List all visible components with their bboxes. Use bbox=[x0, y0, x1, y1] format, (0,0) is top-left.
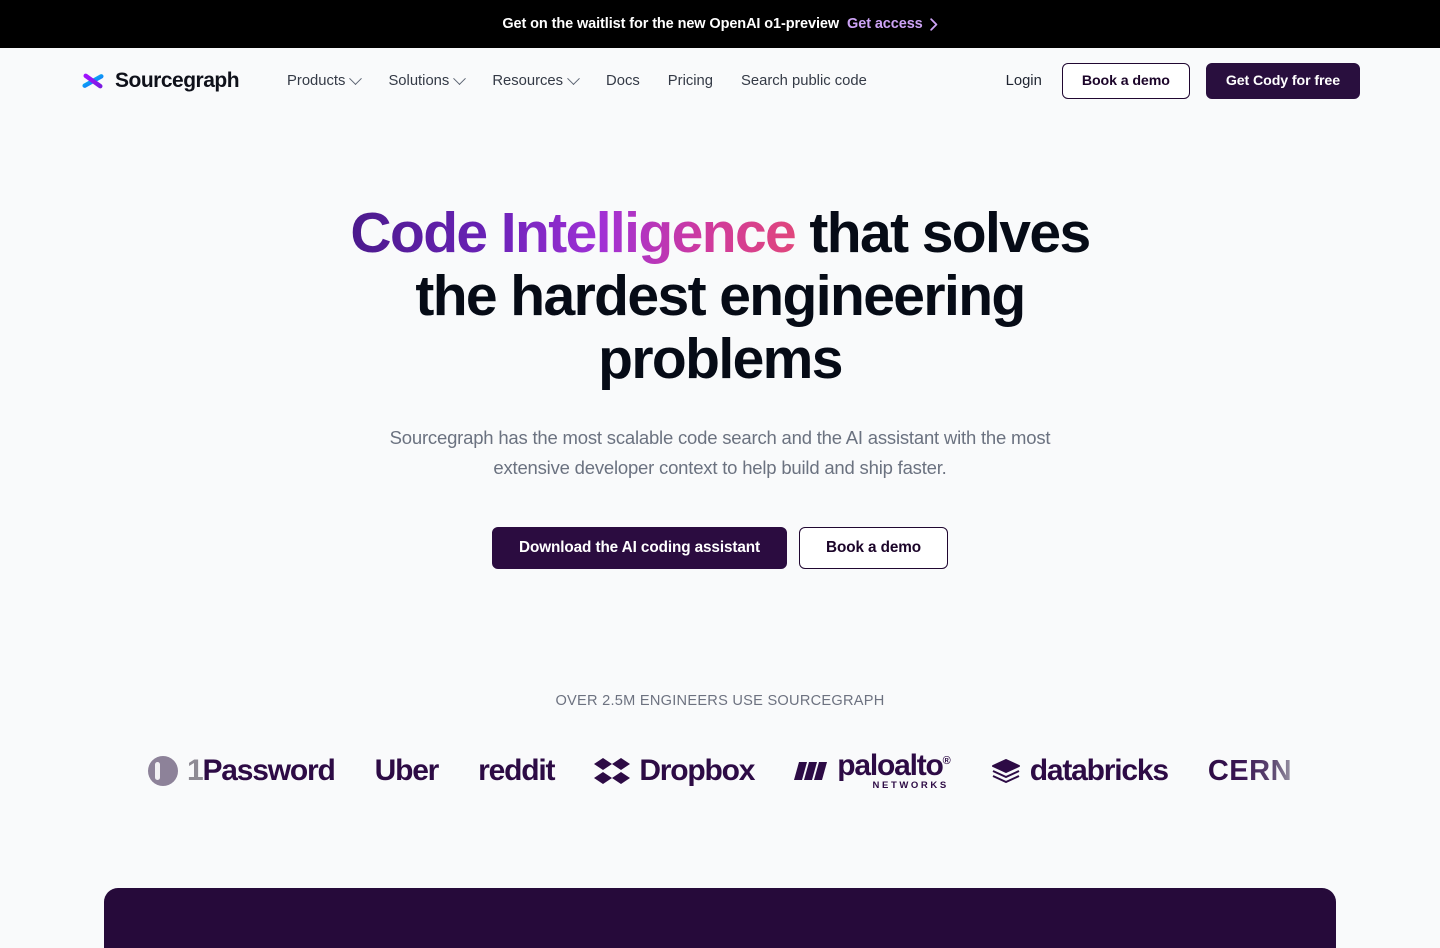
announcement-link-label: Get access bbox=[847, 16, 923, 32]
databricks-word: databricks bbox=[1029, 754, 1169, 787]
nav-item-products[interactable]: Products bbox=[273, 67, 374, 95]
hero-title-gradient-text: Code Intelligence bbox=[350, 201, 796, 265]
nav-item-resources[interactable]: Resources bbox=[478, 67, 592, 95]
hero-cta-group: Download the AI coding assistant Book a … bbox=[0, 527, 1440, 569]
header-actions: Login Book a demo Get Cody for free bbox=[1002, 63, 1360, 99]
book-demo-button-hero[interactable]: Book a demo bbox=[799, 527, 948, 569]
customer-logo-uber: Uber bbox=[374, 754, 440, 787]
nav-label: Products bbox=[287, 73, 346, 89]
paloalto-bars-icon bbox=[794, 762, 828, 780]
get-cody-for-free-button[interactable]: Get Cody for free bbox=[1205, 63, 1360, 99]
chevron-down-icon bbox=[349, 71, 363, 85]
social-proof-label: OVER 2.5M ENGINEERS USE SOURCEGRAPH bbox=[555, 693, 885, 709]
sourcegraph-asterisk-logo bbox=[82, 68, 104, 94]
announcement-banner: Get on the waitlist for the new OpenAI o… bbox=[0, 0, 1440, 48]
announcement-get-access-link[interactable]: Get access bbox=[847, 16, 938, 32]
brand-name: Sourcegraph bbox=[115, 69, 240, 92]
site-header: Sourcegraph Products Solutions Resources… bbox=[0, 48, 1440, 114]
nav-item-solutions[interactable]: Solutions bbox=[374, 67, 478, 95]
onepassword-circle-icon bbox=[147, 756, 178, 786]
paloalto-wordmark: paloalto® NETWORKS bbox=[837, 749, 951, 792]
customer-logo-cern: CERN bbox=[1207, 754, 1293, 787]
logo-strip-fade-left bbox=[0, 733, 110, 809]
brand-home-link[interactable]: Sourcegraph bbox=[80, 68, 240, 94]
social-proof-section: OVER 2.5M ENGINEERS USE SOURCEGRAPH 1Pas… bbox=[0, 693, 1440, 809]
customer-logo-strip: 1Password Uber reddit Dropbox paloalto® … bbox=[0, 733, 1440, 809]
nav-item-pricing[interactable]: Pricing bbox=[654, 67, 727, 95]
nav-item-search-public-code[interactable]: Search public code bbox=[727, 67, 881, 95]
customer-logo-reddit: reddit bbox=[478, 754, 555, 787]
paloalto-subword: NETWORKS bbox=[872, 780, 949, 791]
customer-logo-paloalto: paloalto® NETWORKS bbox=[794, 751, 951, 791]
cern-word: CERN bbox=[1207, 754, 1293, 787]
nav-label: Pricing bbox=[667, 73, 713, 89]
login-link[interactable]: Login bbox=[1002, 67, 1046, 95]
announcement-text: Get on the waitlist for the new OpenAI o… bbox=[502, 16, 840, 32]
chevron-down-icon bbox=[453, 71, 467, 85]
book-demo-button-header[interactable]: Book a demo bbox=[1061, 63, 1190, 99]
nav-label: Docs bbox=[606, 73, 640, 89]
nav-item-docs[interactable]: Docs bbox=[592, 67, 654, 95]
paloalto-word: paloalto bbox=[837, 749, 944, 782]
chevron-right-icon bbox=[929, 17, 937, 31]
nav-label: Search public code bbox=[741, 73, 867, 89]
databricks-layers-icon bbox=[991, 759, 1020, 783]
hero-subtitle: Sourcegraph has the most scalable code s… bbox=[389, 427, 1051, 478]
nav-label: Solutions bbox=[388, 73, 450, 89]
onepassword-word: Password bbox=[202, 754, 335, 787]
registered-trademark-icon: ® bbox=[942, 755, 951, 767]
hero-section: Code Intelligence that solves the hardes… bbox=[0, 114, 1440, 569]
dropbox-diamond-icon bbox=[594, 758, 631, 784]
reddit-word: reddit bbox=[478, 754, 555, 787]
logo-strip-fade-right bbox=[1310, 733, 1440, 809]
nav-label: Resources bbox=[492, 73, 564, 89]
download-ai-coding-assistant-button[interactable]: Download the AI coding assistant bbox=[492, 527, 788, 569]
customer-logo-databricks: databricks bbox=[991, 754, 1169, 787]
uber-word: Uber bbox=[374, 754, 440, 787]
onepassword-prefix: 1 bbox=[186, 754, 204, 787]
customer-logo-dropbox: Dropbox bbox=[594, 754, 755, 787]
page-title: Code Intelligence that solves the hardes… bbox=[340, 202, 1100, 391]
main-nav: Products Solutions Resources Docs Pricin… bbox=[273, 67, 881, 95]
customer-logo-1password: 1Password bbox=[147, 754, 336, 787]
dropbox-word: Dropbox bbox=[639, 754, 755, 787]
chevron-down-icon bbox=[567, 71, 580, 85]
next-section-panel bbox=[104, 888, 1336, 948]
